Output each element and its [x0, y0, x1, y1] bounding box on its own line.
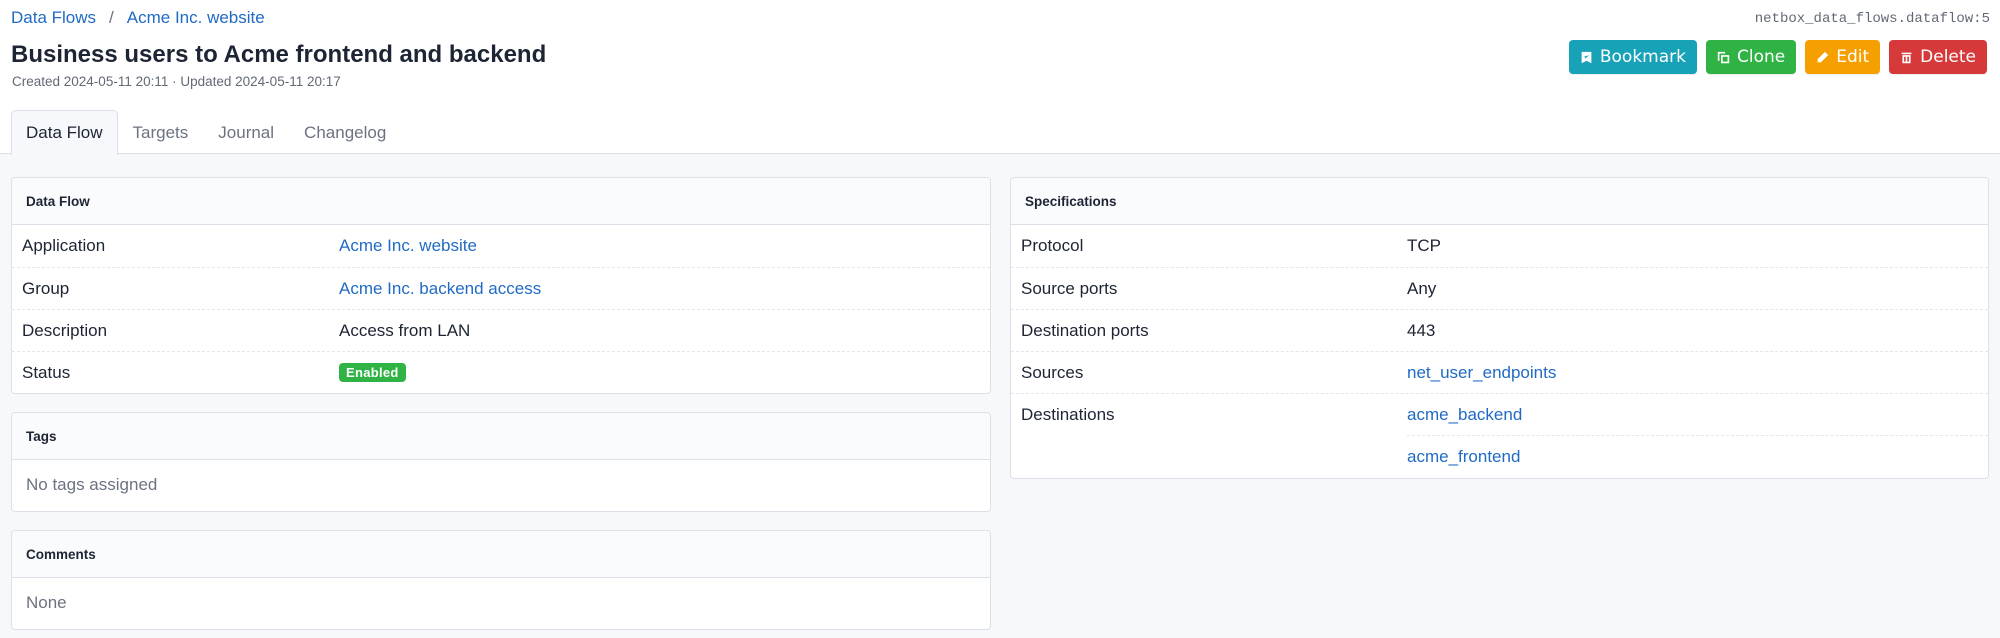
- clone-icon: [1717, 51, 1730, 63]
- breadcrumb: Data Flows / Acme Inc. website: [11, 8, 265, 28]
- source-ports-value: Any: [1407, 278, 1437, 298]
- bookmark-button[interactable]: Bookmark: [1568, 40, 1697, 74]
- tab-targets[interactable]: Targets: [118, 110, 204, 154]
- row-label: Source ports: [1021, 278, 1118, 298]
- table-row-destinations: Destinations acme_backend: [1011, 393, 1988, 435]
- row-label: Destinations: [1021, 404, 1115, 424]
- comments-card-title: Comments: [12, 531, 990, 578]
- breadcrumb-application[interactable]: Acme Inc. website: [127, 8, 265, 28]
- delete-button-label: Delete: [1920, 47, 1976, 67]
- row-label: Application: [22, 236, 106, 255]
- destination-link[interactable]: acme_backend: [1407, 405, 1522, 425]
- table-row-group: Group Acme Inc. backend access: [12, 267, 990, 309]
- table-row-destinations-continued: acme_frontend: [1011, 436, 1988, 478]
- breadcrumb-separator: /: [109, 8, 114, 27]
- tab-changelog[interactable]: Changelog: [289, 110, 401, 154]
- row-label: Group: [22, 278, 70, 298]
- application-link[interactable]: Acme Inc. website: [339, 236, 477, 256]
- comments-card: Comments None: [11, 530, 991, 630]
- specifications-table: Protocol TCP Source ports Any Destinatio…: [1011, 225, 1988, 478]
- data-flow-card-title: Data Flow: [12, 178, 990, 225]
- breadcrumb-data-flows[interactable]: Data Flows: [11, 8, 96, 28]
- row-label: Status: [22, 362, 71, 382]
- delete-button[interactable]: Delete: [1889, 40, 1987, 74]
- data-flow-card: Data Flow Application Acme Inc. website …: [11, 177, 991, 394]
- tags-card-title: Tags: [12, 413, 990, 460]
- bookmark-button-label: Bookmark: [1599, 47, 1686, 67]
- tab-journal[interactable]: Journal: [203, 110, 289, 154]
- tab-data-flow[interactable]: Data Flow: [11, 110, 118, 155]
- table-row-description: Description Access from LAN: [12, 309, 990, 351]
- clone-button[interactable]: Clone: [1705, 40, 1797, 74]
- bookmark-icon: [1581, 51, 1592, 63]
- source-link[interactable]: net_user_endpoints: [1407, 363, 1556, 383]
- page-title: Business users to Acme frontend and back…: [11, 41, 547, 68]
- tab-bar: Data Flow Targets Journal Changelog: [11, 110, 401, 155]
- table-row-source-ports: Source ports Any: [1011, 267, 1988, 309]
- row-label: Destination ports: [1021, 320, 1149, 340]
- table-row-protocol: Protocol TCP: [1011, 225, 1988, 267]
- status-badge: Enabled: [339, 363, 406, 382]
- table-row-destination-ports: Destination ports 443: [1011, 309, 1988, 351]
- edit-button-label: Edit: [1836, 47, 1870, 67]
- specifications-card-title: Specifications: [1011, 178, 1988, 225]
- row-label: Description: [22, 320, 108, 340]
- group-link[interactable]: Acme Inc. backend access: [339, 279, 541, 299]
- edit-button[interactable]: Edit: [1805, 40, 1881, 74]
- table-row-sources: Sources net_user_endpoints: [1011, 351, 1988, 393]
- clone-button-label: Clone: [1736, 47, 1786, 67]
- action-buttons: Bookmark Clone Edit Delete: [1568, 40, 1987, 74]
- data-flow-table: Application Acme Inc. website Group Acme…: [12, 225, 990, 393]
- tags-empty-text: No tags assigned: [26, 475, 158, 494]
- description-value: Access from LAN: [339, 320, 471, 340]
- row-label: Protocol: [1021, 236, 1084, 255]
- specifications-card: Specifications Protocol TCP Source ports…: [1010, 177, 1989, 479]
- destination-ports-value: 443: [1407, 320, 1436, 340]
- comments-empty-text: None: [26, 593, 67, 612]
- row-label: Sources: [1021, 362, 1084, 382]
- page-header: Data Flows / Acme Inc. website netbox_da…: [0, 0, 2000, 155]
- table-row-status: Status Enabled: [12, 351, 990, 393]
- protocol-value: TCP: [1407, 236, 1441, 255]
- timestamps: Created 2024-05-11 20:11 · Updated 2024-…: [12, 74, 341, 89]
- pencil-icon: [1817, 51, 1829, 62]
- object-identifier: netbox_data_flows.dataflow:5: [1754, 11, 1990, 27]
- tags-card: Tags No tags assigned: [11, 412, 991, 512]
- table-row-application: Application Acme Inc. website: [12, 225, 990, 267]
- trash-icon: [1901, 52, 1912, 63]
- destination-link[interactable]: acme_frontend: [1407, 447, 1520, 467]
